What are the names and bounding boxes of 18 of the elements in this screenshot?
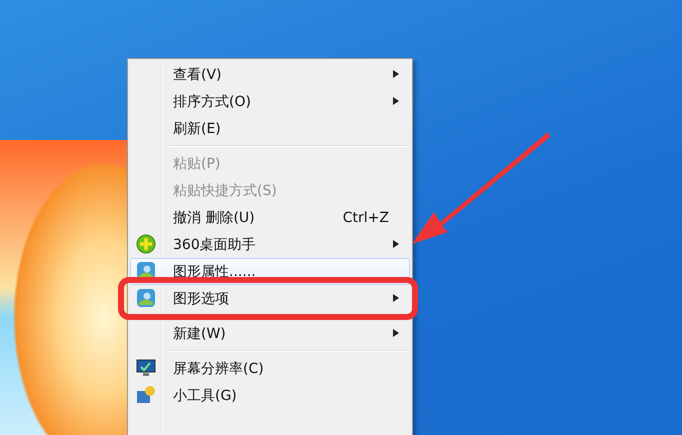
submenu-arrow-icon [393,70,399,78]
monitor-icon [136,358,156,378]
gadget-icon [136,385,156,405]
menu-item[interactable]: 360桌面助手 [130,231,410,258]
graphics-icon [136,288,156,308]
menu-item[interactable]: 屏幕分辨率(C) [130,355,410,382]
submenu-arrow-icon [393,240,399,248]
submenu-arrow-icon [393,329,399,337]
menu-item[interactable]: 刷新(E) [130,115,410,142]
menu-item[interactable]: 小工具(G) [130,382,410,409]
menu-item[interactable]: 查看(V) [130,61,410,88]
menu-item[interactable]: 撤消 删除(U) Ctrl+Z [130,204,410,231]
submenu-arrow-icon [393,97,399,105]
plus-icon [136,234,156,254]
submenu-arrow-icon [393,294,399,302]
menu-item[interactable]: 排序方式(O) [130,88,410,115]
menu-item[interactable]: 图形选项 [126,285,410,312]
menu-item[interactable]: 新建(W) [130,320,410,347]
